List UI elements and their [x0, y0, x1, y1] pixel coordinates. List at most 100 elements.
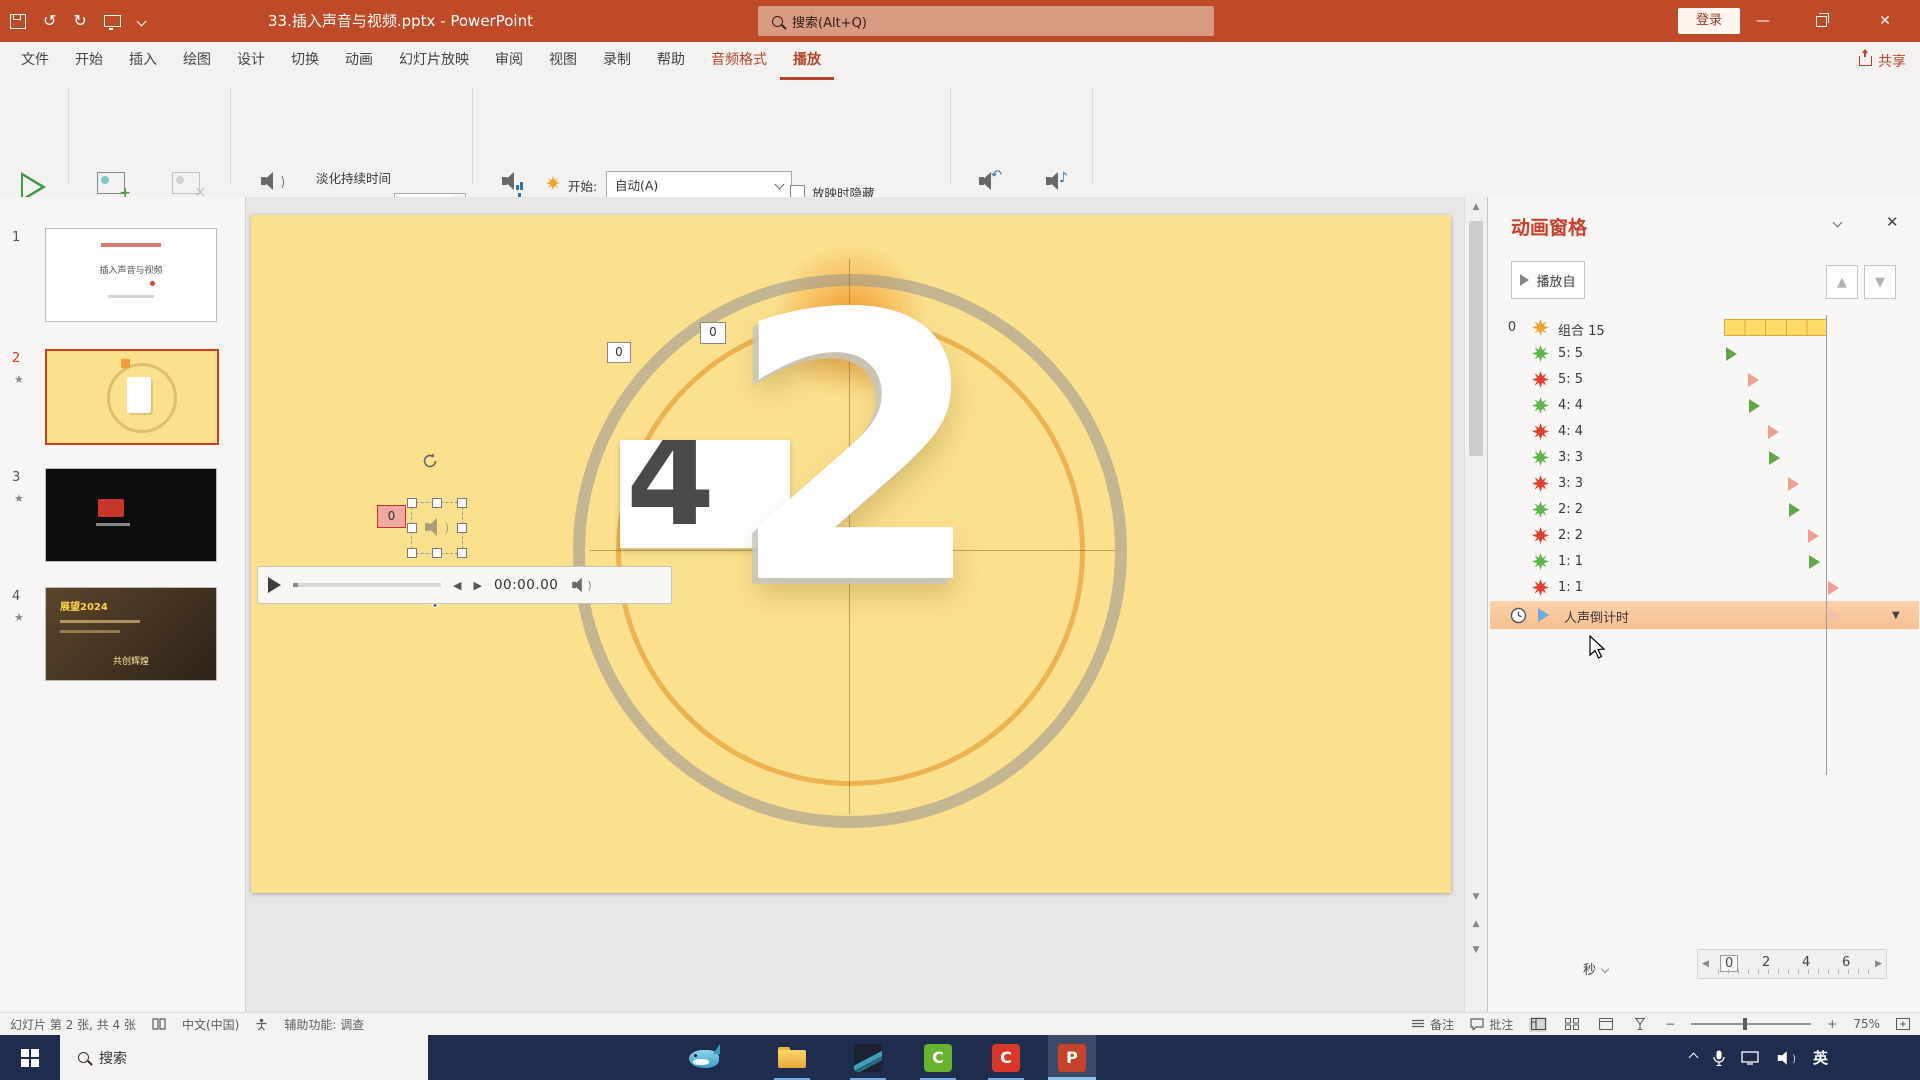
animation-order-badge-selected[interactable]: 0: [377, 505, 406, 528]
selection-handle[interactable]: [457, 548, 467, 558]
scrollbar-thumb[interactable]: [1469, 221, 1483, 456]
ruler-scroll-right-icon[interactable]: ▶: [1875, 959, 1882, 969]
slide-thumbnail-1[interactable]: 插入声音与视频: [45, 228, 217, 322]
pane-close-icon[interactable]: ✕: [1886, 213, 1899, 231]
item-dropdown-icon[interactable]: ▼: [1892, 610, 1900, 621]
timeline-marker[interactable]: [1808, 529, 1819, 543]
timeline-ruler[interactable]: ◀ 0 2 4 6 ▶: [1697, 949, 1887, 979]
animation-item[interactable]: 3: 3: [1488, 471, 1920, 497]
search-input[interactable]: 搜索(Alt+Q): [758, 6, 1214, 36]
audio-object-selection[interactable]: [411, 502, 463, 554]
animation-star-icon[interactable]: ★: [14, 373, 24, 386]
taskbar-search-input[interactable]: 搜索: [60, 1035, 428, 1080]
animation-item[interactable]: 3: 3: [1488, 445, 1920, 471]
zoom-slider[interactable]: [1691, 1023, 1811, 1025]
timeline-marker[interactable]: [1789, 503, 1800, 517]
zoom-in-button[interactable]: +: [1827, 1017, 1837, 1031]
animation-order-badge[interactable]: 0: [607, 342, 631, 363]
taskbar-app-red-c[interactable]: C: [982, 1035, 1030, 1080]
animation-order-badge[interactable]: 0: [700, 322, 726, 344]
animation-timeline-bar[interactable]: [1724, 319, 1827, 336]
animation-star-icon[interactable]: ★: [14, 492, 24, 505]
animation-item[interactable]: 1: 1: [1488, 549, 1920, 575]
media-volume-icon[interactable]: [573, 578, 591, 592]
selection-handle[interactable]: [432, 548, 442, 558]
redo-icon[interactable]: ↻: [73, 13, 86, 29]
selection-handle[interactable]: [457, 498, 467, 508]
tab-view[interactable]: 视图: [536, 42, 590, 80]
taskbar-app-powerpoint[interactable]: P: [1048, 1035, 1096, 1080]
tab-draw[interactable]: 绘图: [170, 42, 224, 80]
pane-options-icon[interactable]: [1833, 218, 1843, 228]
scroll-up-icon[interactable]: ▲: [1465, 202, 1487, 212]
slideshow-view-button[interactable]: [1631, 1017, 1649, 1032]
timeline-marker[interactable]: [1788, 477, 1799, 491]
tab-slideshow[interactable]: 幻灯片放映: [386, 42, 482, 80]
animation-item[interactable]: 4: 4: [1488, 393, 1920, 419]
media-play-button[interactable]: [268, 577, 281, 593]
timeline-marker[interactable]: [1726, 347, 1737, 361]
microphone-tray-icon[interactable]: [1713, 1050, 1725, 1066]
rotate-handle-icon[interactable]: [421, 452, 439, 470]
selection-handle[interactable]: [407, 498, 417, 508]
selection-handle[interactable]: [432, 498, 442, 508]
tab-animations[interactable]: 动画: [332, 42, 386, 80]
login-button[interactable]: 登录: [1678, 8, 1740, 34]
tab-insert[interactable]: 插入: [116, 42, 170, 80]
previous-slide-icon[interactable]: ▲: [1465, 919, 1487, 929]
animation-item[interactable]: 1: 1: [1488, 575, 1920, 601]
language-indicator[interactable]: 中文(中国): [182, 1016, 239, 1033]
save-icon[interactable]: [10, 14, 26, 29]
slide-surface[interactable]: 4 2 0 0 0 ◀ ▶: [251, 215, 1451, 893]
minimize-button[interactable]: —: [1734, 0, 1792, 42]
timeline-marker[interactable]: [1768, 425, 1779, 439]
animation-star-icon[interactable]: ★: [14, 611, 24, 624]
animation-item[interactable]: 2: 2: [1488, 523, 1920, 549]
tab-home[interactable]: 开始: [62, 42, 116, 80]
display-tray-icon[interactable]: [1741, 1051, 1759, 1065]
animation-item[interactable]: 5: 5: [1488, 341, 1920, 367]
hidden-icons-chevron[interactable]: [1689, 1053, 1699, 1063]
slide-thumbnail-2[interactable]: [45, 349, 219, 445]
ruler-scroll-left-icon[interactable]: ◀: [1702, 959, 1709, 969]
taskbar-app-shark[interactable]: [681, 1035, 729, 1080]
selection-handle[interactable]: [407, 523, 417, 533]
undo-icon[interactable]: ↺: [43, 13, 56, 29]
zoom-level[interactable]: 75%: [1853, 1017, 1880, 1031]
share-button[interactable]: 共享: [1859, 42, 1906, 80]
timeline-units-dropdown[interactable]: 秒: [1583, 959, 1608, 978]
slide-thumbnail-4[interactable]: 展望2024 共创辉煌: [45, 587, 217, 681]
media-forward-button[interactable]: ▶: [473, 579, 481, 592]
play-from-button[interactable]: 播放自: [1511, 261, 1585, 299]
audio-speaker-icon[interactable]: [425, 518, 447, 536]
animation-item[interactable]: 2: 2: [1488, 497, 1920, 523]
tab-review[interactable]: 审阅: [482, 42, 536, 80]
accessibility-status[interactable]: 辅助功能: 调查: [284, 1016, 364, 1033]
timeline-marker[interactable]: [1769, 451, 1780, 465]
timeline-marker[interactable]: [1749, 399, 1760, 413]
tab-help[interactable]: 帮助: [644, 42, 698, 80]
timeline-marker[interactable]: [1748, 373, 1759, 387]
tab-design[interactable]: 设计: [224, 42, 278, 80]
start-slideshow-icon[interactable]: [104, 15, 121, 27]
close-button[interactable]: ✕: [1850, 0, 1920, 42]
start-mode-select[interactable]: 自动(A): [606, 171, 792, 198]
selection-handle[interactable]: [457, 523, 467, 533]
normal-view-button[interactable]: [1529, 1017, 1547, 1032]
comments-button[interactable]: 批注: [1470, 1016, 1513, 1033]
next-slide-icon[interactable]: ▼: [1465, 945, 1487, 955]
taskbar-app-dark[interactable]: [844, 1035, 892, 1080]
zoom-slider-thumb[interactable]: [1743, 1018, 1747, 1030]
selection-handle[interactable]: [407, 548, 417, 558]
countdown-number[interactable]: 2: [729, 267, 985, 635]
tab-audio-format[interactable]: 音频格式: [698, 42, 780, 80]
animation-item[interactable]: 0 组合 15: [1488, 315, 1920, 341]
media-back-button[interactable]: ◀: [453, 579, 461, 592]
tab-file[interactable]: 文件: [8, 42, 62, 80]
proofing-book-icon[interactable]: [152, 1018, 166, 1030]
timeline-marker[interactable]: [1829, 608, 1840, 622]
reading-view-button[interactable]: [1597, 1017, 1615, 1032]
animation-item[interactable]: 5: 5: [1488, 367, 1920, 393]
tab-playback[interactable]: 播放: [780, 42, 834, 80]
tab-record[interactable]: 录制: [590, 42, 644, 80]
